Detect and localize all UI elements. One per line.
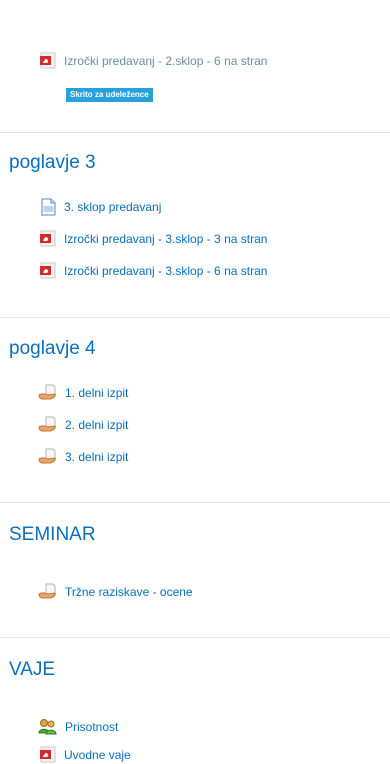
attendance-icon [38, 718, 58, 735]
activity-link[interactable]: Izročki predavanj - 3.sklop - 6 na stran [64, 263, 267, 279]
assignment-icon [38, 384, 58, 401]
activity-item[interactable]: Izročki predavanj - 3.sklop - 6 na stran [40, 262, 267, 279]
activity-item[interactable]: Izročki predavanj - 3.sklop - 3 na stran [40, 230, 267, 247]
section-title-seminar[interactable]: SEMINAR [9, 524, 96, 546]
section-divider [0, 317, 390, 318]
document-icon [40, 198, 57, 216]
activity-link[interactable]: 3. sklop predavanj [64, 199, 161, 215]
hidden-badge: Skrito za udeležence [66, 88, 153, 102]
assignment-icon [38, 583, 58, 600]
course-page: Izročki predavanj - 2.sklop - 6 na stran… [0, 0, 390, 764]
pdf-icon [40, 746, 57, 763]
activity-link[interactable]: Tržne raziskave - ocene [65, 584, 193, 600]
activity-item[interactable]: Izročki predavanj - 2.sklop - 6 na stran [40, 52, 267, 69]
assignment-icon [38, 448, 58, 465]
activity-item[interactable]: 1. delni izpit [38, 384, 128, 401]
activity-link[interactable]: 3. delni izpit [65, 449, 128, 465]
section-divider [0, 637, 390, 638]
activity-link[interactable]: Uvodne vaje [64, 747, 131, 763]
activity-item[interactable]: 2. delni izpit [38, 416, 128, 433]
pdf-icon [40, 262, 57, 279]
section-title-poglavje-4[interactable]: poglavje 4 [9, 338, 96, 360]
pdf-icon [40, 52, 57, 69]
activity-item[interactable]: 3. sklop predavanj [40, 198, 161, 216]
activity-link[interactable]: 1. delni izpit [65, 385, 128, 401]
section-title-vaje[interactable]: VAJE [9, 659, 55, 681]
pdf-icon [40, 230, 57, 247]
section-divider [0, 502, 390, 503]
activity-item[interactable]: Prisotnost [38, 718, 118, 735]
activity-link[interactable]: Izročki predavanj - 2.sklop - 6 na stran [64, 53, 267, 69]
activity-item[interactable]: 3. delni izpit [38, 448, 128, 465]
activity-link[interactable]: 2. delni izpit [65, 417, 128, 433]
section-title-poglavje-3[interactable]: poglavje 3 [9, 152, 96, 174]
activity-link[interactable]: Prisotnost [65, 719, 118, 735]
assignment-icon [38, 416, 58, 433]
activity-item[interactable]: Uvodne vaje [40, 746, 131, 763]
activity-item[interactable]: Tržne raziskave - ocene [38, 583, 193, 600]
section-divider [0, 132, 390, 133]
activity-link[interactable]: Izročki predavanj - 3.sklop - 3 na stran [64, 231, 267, 247]
